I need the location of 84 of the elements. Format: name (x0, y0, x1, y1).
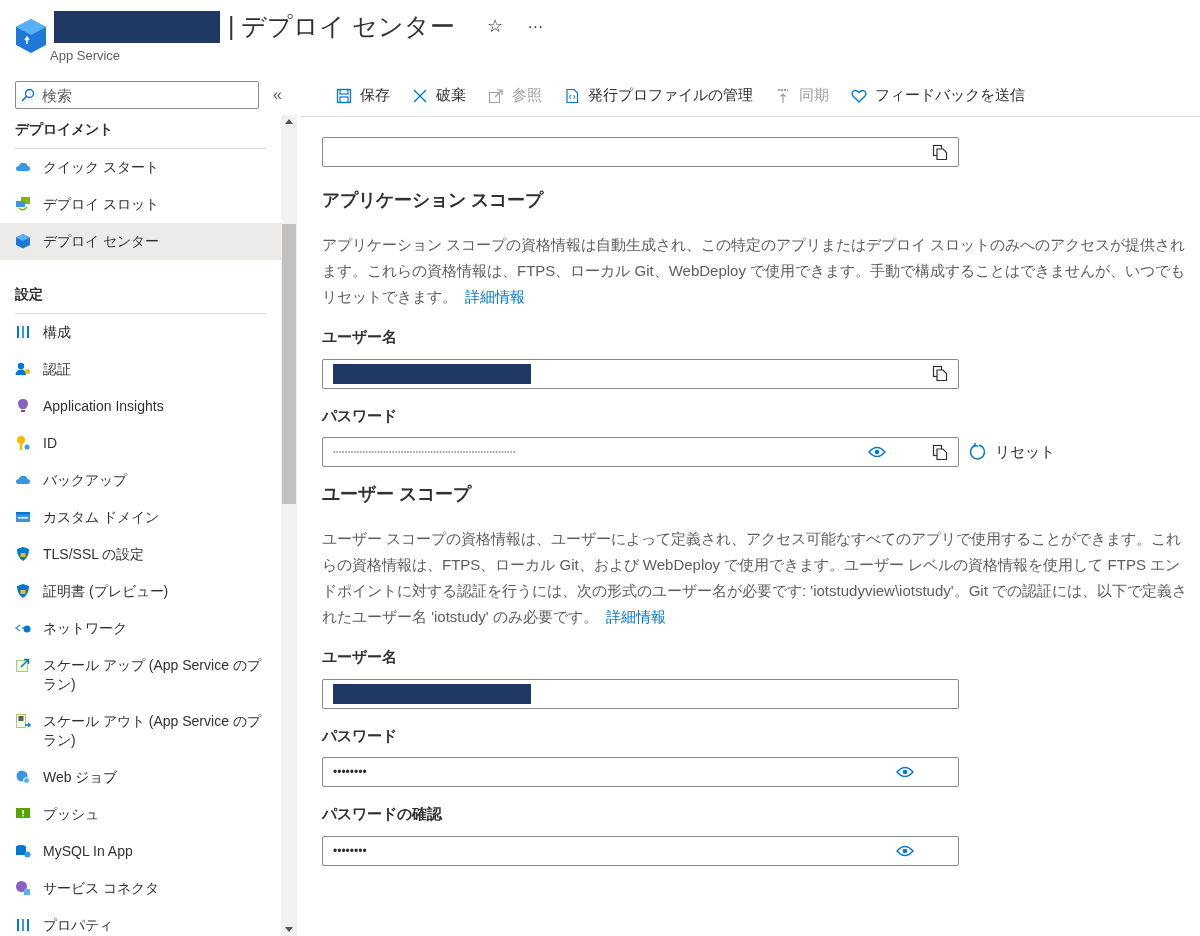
field-label: ユーザー名 (322, 647, 398, 667)
heart-icon (851, 87, 867, 104)
password-value: •••••••• (333, 842, 367, 860)
search-icon (21, 88, 35, 102)
nav-item[interactable]: バックアップ (0, 462, 281, 499)
copy-icon[interactable] (932, 443, 948, 461)
section-heading: アプリケーション スコープ (322, 189, 545, 212)
bulb-icon (15, 398, 31, 414)
browse-icon (488, 87, 504, 104)
toolbar-button[interactable]: フィードバックを送信 (851, 84, 1025, 107)
favorite-star-button[interactable]: ☆ (487, 13, 504, 41)
field-label: ユーザー名 (322, 327, 398, 347)
scaleout-icon (15, 713, 31, 729)
close-icon (412, 87, 428, 104)
field-label: パスワード (322, 405, 398, 426)
globe-icon (15, 769, 31, 785)
nav-item[interactable]: Application Insights (0, 388, 281, 425)
file-icon (564, 87, 580, 104)
page-title: | デプロイ センター (228, 11, 456, 42)
nav-item[interactable]: プッシュ (0, 796, 281, 833)
copy-icon[interactable] (932, 143, 948, 161)
nav-item[interactable]: スケール アップ (App Service のプラン) (0, 647, 281, 703)
app-service-cube-icon (14, 18, 48, 54)
scroll-down-icon[interactable] (285, 927, 293, 932)
scrollbar-thumb[interactable] (282, 224, 296, 504)
page-subtitle: App Service (50, 46, 122, 65)
bars-icon (15, 324, 31, 340)
eye-icon[interactable] (896, 766, 914, 778)
nav-item[interactable]: サービス コネクタ (0, 870, 281, 907)
connector-icon (15, 880, 31, 896)
eye-icon[interactable] (896, 844, 914, 857)
bars-icon (15, 917, 31, 933)
more-button[interactable]: ··· (527, 14, 544, 39)
www-icon (15, 509, 31, 525)
copy-icon[interactable] (932, 365, 948, 382)
field-label: パスワードの確認 (322, 804, 443, 824)
refresh-icon (969, 443, 987, 461)
input-field[interactable] (322, 137, 959, 167)
toolbar-button[interactable]: 保存 (336, 84, 390, 107)
shield-icon (15, 583, 31, 599)
input-field[interactable]: •••••••• (322, 757, 959, 787)
scrollbar[interactable] (281, 115, 297, 936)
description-text: ユーザー スコープの資格情報は、ユーザーによって定義され、アクセス可能なすべてのアプリで使用することができます。これらの資格情報は、FTPS、ローカル Git、および WebDeploy で使用できます。ユーザー レベルの資格情報を使用して FTPS エンドポイントに対する認証を行うには、次の形式のユーザー名が必要です: 'iotstudyview\iotstudy'。Git での認証には、以下で定義されたユーザー名 'iotstudy' のみ必要です。 詳細情報 (322, 529, 1188, 627)
input-field[interactable] (322, 678, 959, 709)
nav-item[interactable]: Web ジョブ (0, 759, 281, 796)
nav-item[interactable]: TLS/SSL の設定 (0, 536, 281, 573)
nav-item[interactable]: MySQL In App (0, 833, 281, 870)
nav-item[interactable]: 認証 (0, 351, 281, 388)
nav-item[interactable]: 構成 (0, 314, 281, 351)
key-icon (15, 435, 31, 451)
nav-item[interactable]: プロパティ (0, 907, 281, 936)
nav-section-heading: デプロイメント (15, 115, 266, 149)
sync-icon (775, 87, 791, 104)
user-icon (15, 361, 31, 377)
nav-item[interactable]: ネットワーク (0, 610, 281, 647)
shield-icon (15, 546, 31, 562)
password-value: •••••••• (333, 764, 367, 781)
save-icon (336, 87, 352, 104)
nav-item[interactable]: スケール アウト (App Service のプラン) (0, 703, 281, 759)
field-label: パスワード (322, 725, 398, 746)
nav-item[interactable]: デプロイ センター (0, 223, 281, 260)
cube-icon (15, 233, 31, 249)
scaleup-icon (15, 657, 31, 673)
nav-section-heading: 設定 (15, 278, 266, 314)
learn-more-link[interactable]: 詳細情報 (465, 288, 526, 305)
nav-item[interactable]: 証明書 (プレビュー) (0, 573, 281, 610)
nav-item[interactable]: クイック スタート (0, 149, 281, 186)
nav-item[interactable]: デプロイ スロット (0, 186, 281, 223)
eye-icon[interactable] (868, 446, 886, 458)
nav-item[interactable]: カスタム ドメイン (0, 499, 281, 536)
toolbar-button[interactable]: 発行プロファイルの管理 (564, 84, 753, 107)
collapse-button[interactable]: « (273, 83, 282, 107)
section-heading: ユーザー スコープ (322, 483, 473, 506)
reset-button[interactable]: リセット (969, 440, 1055, 464)
input-field[interactable] (322, 358, 959, 389)
toolbar-button[interactable]: 破棄 (412, 84, 466, 107)
search-field[interactable]: 検索 (15, 81, 259, 109)
db-icon (15, 843, 31, 859)
input-field[interactable]: •••••••• (322, 835, 959, 866)
slots-icon (15, 196, 31, 212)
learn-more-link[interactable]: 詳細情報 (605, 608, 666, 625)
description-text: アプリケーション スコープの資格情報は自動生成され、この特定のアプリまたはデプロイ スロットのみへのアクセスが提供されます。これらの資格情報は、FTPS、ローカル Git、WebDeploy で使用できます。手動で構成することはできませんが、いつでもリセットできます。 詳細情報 (322, 235, 1187, 307)
nav-item[interactable]: ID (0, 425, 281, 462)
scroll-up-icon[interactable] (285, 119, 293, 124)
